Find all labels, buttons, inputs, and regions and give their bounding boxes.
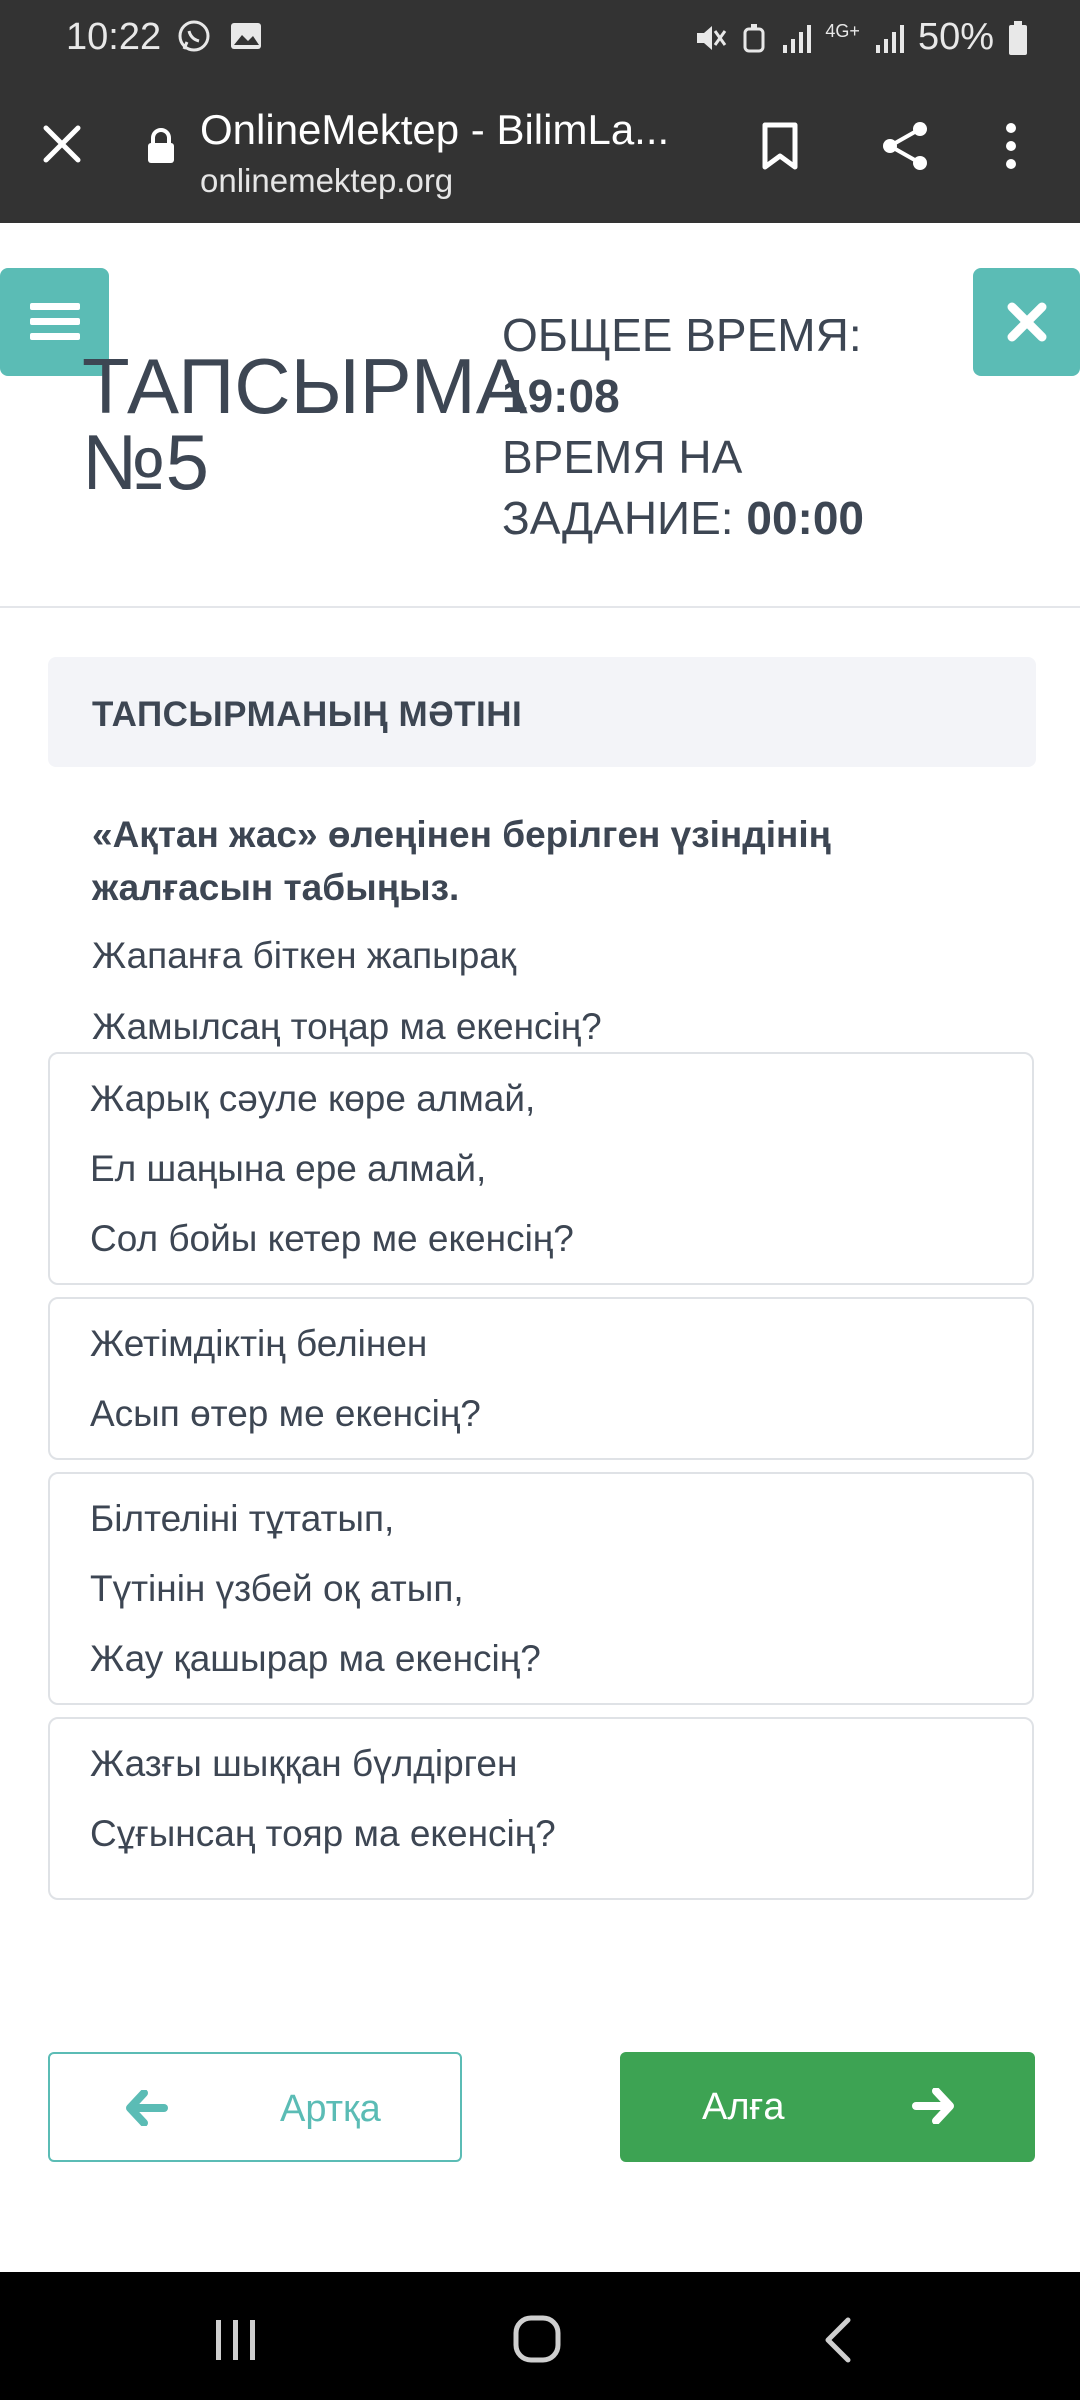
- option-line: Сұғынсаң тояр ма екенсің?: [90, 1813, 556, 1854]
- battery-percent: 50%: [917, 16, 994, 58]
- next-button[interactable]: Алға: [620, 2052, 1035, 2162]
- close-icon: [1007, 302, 1046, 342]
- next-button-label: Алға: [702, 2086, 785, 2128]
- option-line: Сол бойы кетер ме екенсің?: [90, 1218, 574, 1259]
- arrow-right-icon: [912, 2088, 954, 2124]
- timer-panel: ОБЩЕЕ ВРЕМЯ: 19:08 ВРЕМЯ НА ЗАДАНИЕ: 00:…: [502, 305, 864, 549]
- back-icon[interactable]: [822, 2316, 854, 2364]
- task-number: №5: [82, 418, 210, 506]
- page-title[interactable]: OnlineMektep - BilimLa...: [200, 106, 669, 154]
- option-line: Жарық сәуле көре алмай,: [90, 1078, 536, 1119]
- signal-icon: [783, 24, 812, 53]
- option-line: Түтінін үзбей оқ атып,: [90, 1568, 464, 1609]
- total-time-value: 19:08: [502, 370, 620, 422]
- hamburger-icon: [29, 303, 80, 340]
- status-bar: 10:22 4G+ 50%: [0, 0, 1080, 78]
- battery-icon: [1009, 20, 1027, 55]
- divider: [0, 606, 1080, 608]
- question-text: «Ақтан жас» өлеңінен берілген үзіндінің …: [92, 814, 831, 908]
- network-type: 4G+: [825, 20, 860, 41]
- given-line-1: Жапанға біткен жапырақ: [92, 935, 517, 976]
- option-line: Жазғы шыққан бүлдірген: [90, 1743, 518, 1784]
- arrow-left-icon: [126, 2090, 168, 2126]
- lock-icon: [148, 128, 174, 163]
- total-time-label: ОБЩЕЕ ВРЕМЯ:: [502, 309, 862, 361]
- task-text-header-label: ТАПСЫРМАНЫҢ МӘТІНІ: [92, 695, 523, 734]
- whatsapp-icon: [178, 20, 210, 52]
- given-line-2: Жамылсаң тоңар ма екенсің?: [92, 1006, 602, 1047]
- task-time-value: 00:00: [746, 492, 865, 544]
- prev-button[interactable]: Артқа: [48, 2052, 462, 2162]
- option-line: Асып өтер ме екенсің?: [90, 1393, 481, 1434]
- system-nav-bar: [0, 2272, 1080, 2400]
- answer-option-2[interactable]: Жетімдіктің белінен Асып өтер ме екенсің…: [48, 1297, 1034, 1460]
- home-icon[interactable]: [512, 2314, 562, 2364]
- page-url[interactable]: onlinemektep.org: [200, 162, 453, 200]
- option-line: Жетімдіктің белінен: [90, 1323, 428, 1364]
- bookmark-icon[interactable]: [760, 122, 800, 170]
- signal-icon-2: [875, 24, 904, 53]
- share-icon[interactable]: [880, 120, 930, 172]
- answer-option-4[interactable]: Жазғы шыққан бүлдірген Сұғынсаң тояр ма …: [48, 1717, 1034, 1900]
- recents-icon[interactable]: [214, 2318, 258, 2362]
- task-text-header: ТАПСЫРМАНЫҢ МӘТІНІ: [48, 657, 1036, 767]
- close-icon[interactable]: [40, 122, 84, 166]
- more-options-icon[interactable]: [1005, 122, 1017, 170]
- mute-icon: [697, 25, 727, 50]
- close-test-button[interactable]: [973, 268, 1080, 376]
- answer-option-1[interactable]: Жарық сәуле көре алмай, Ел шаңына ере ал…: [48, 1052, 1034, 1285]
- task-title-text: ТАПСЫРМА: [82, 342, 528, 430]
- browser-toolbar: OnlineMektep - BilimLa... onlinemektep.o…: [0, 78, 1080, 223]
- task-title: ТАПСЫРМА №5: [82, 342, 528, 506]
- gallery-icon: [231, 23, 261, 49]
- status-time: 10:22: [66, 16, 162, 58]
- option-line: Ел шаңына ере алмай,: [90, 1148, 487, 1189]
- answer-option-3[interactable]: Білтеліні тұтатып, Түтінін үзбей оқ атып…: [48, 1472, 1034, 1705]
- alarm-icon: [743, 23, 765, 52]
- prev-button-label: Артқа: [280, 2088, 381, 2130]
- option-line: Білтеліні тұтатып,: [90, 1498, 395, 1539]
- task-time-label-2: ЗАДАНИЕ:: [502, 492, 734, 544]
- task-time-label: ВРЕМЯ НА: [502, 431, 743, 483]
- option-line: Жау қашырар ма екенсің?: [90, 1638, 541, 1679]
